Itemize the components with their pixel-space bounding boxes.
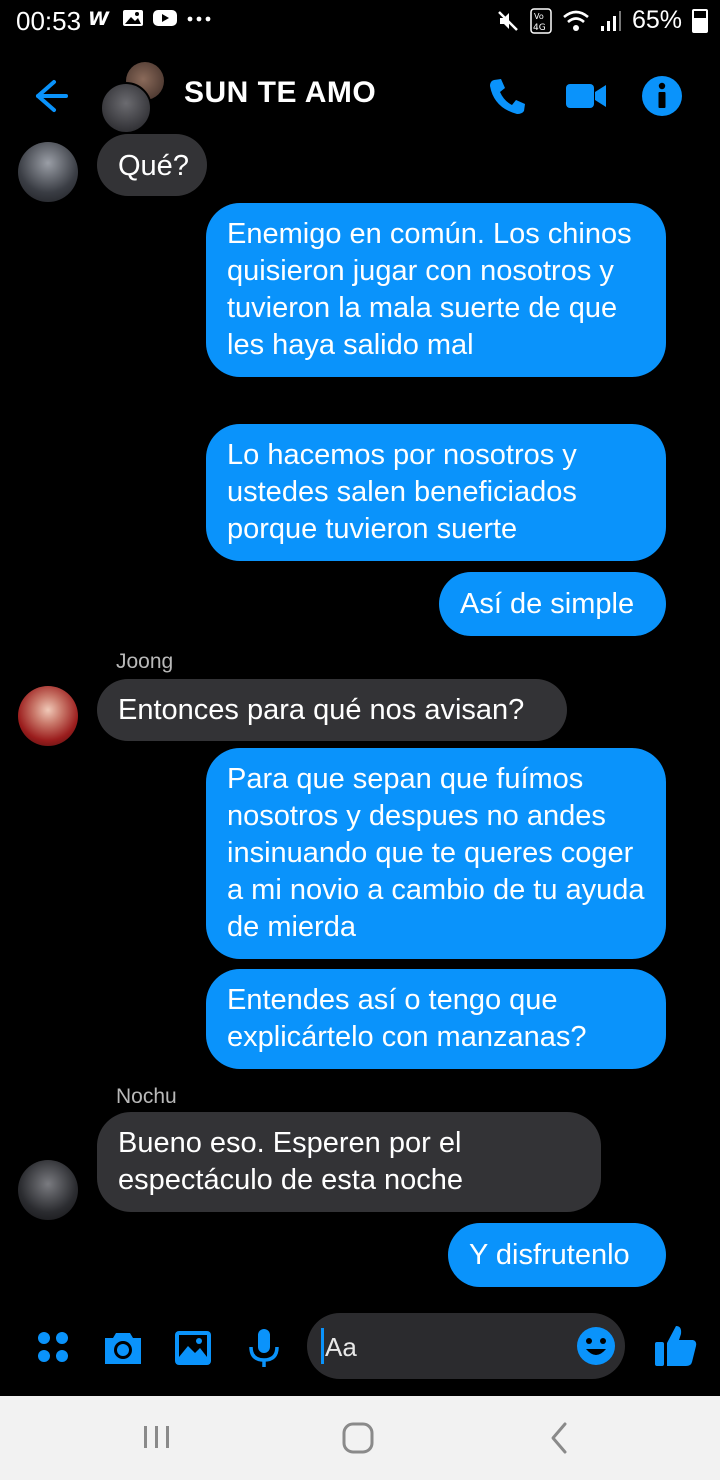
apps-grid-icon[interactable] bbox=[32, 1326, 76, 1370]
message-bubble-outgoing[interactable]: Para que sepan que fuímos nosotros y des… bbox=[206, 748, 666, 959]
image-icon[interactable] bbox=[171, 1326, 215, 1370]
conversation-header: SUN TE AMO bbox=[0, 56, 720, 136]
wifi-icon bbox=[563, 10, 589, 31]
recent-apps-icon[interactable] bbox=[135, 1418, 179, 1458]
camera-icon[interactable] bbox=[101, 1326, 145, 1370]
system-nav-bar bbox=[0, 1396, 720, 1480]
avatar bbox=[18, 142, 78, 202]
avatar bbox=[18, 1160, 78, 1220]
status-time: 00:53 bbox=[16, 6, 82, 36]
signal-icon bbox=[600, 10, 621, 31]
home-icon[interactable] bbox=[336, 1418, 380, 1458]
status-bar: 00:53 W Vo 4G 65% bbox=[0, 0, 720, 44]
youtube-icon bbox=[153, 10, 177, 26]
svg-text:4G: 4G bbox=[533, 23, 546, 33]
battery-icon bbox=[692, 8, 708, 33]
conversation-title[interactable]: SUN TE AMO bbox=[184, 76, 376, 110]
message-input[interactable] bbox=[323, 1329, 567, 1365]
thumbs-up-icon[interactable] bbox=[652, 1322, 700, 1370]
emoji-icon[interactable] bbox=[575, 1325, 617, 1367]
phone-icon[interactable] bbox=[486, 74, 530, 118]
message-bubble-incoming[interactable]: Qué? bbox=[97, 134, 207, 196]
message-bubble-outgoing[interactable]: Y disfrutenlo bbox=[448, 1223, 666, 1287]
sender-name: Nochu bbox=[116, 1085, 177, 1108]
svg-text:W: W bbox=[88, 8, 110, 28]
message-bubble-incoming[interactable]: Entonces para qué nos avisan? bbox=[97, 679, 567, 741]
message-input-container[interactable] bbox=[307, 1313, 625, 1379]
mute-icon bbox=[498, 10, 518, 31]
more-dots-icon bbox=[187, 16, 211, 22]
battery-percent: 65% bbox=[631, 6, 682, 34]
avatar bbox=[100, 82, 152, 134]
info-icon[interactable] bbox=[640, 74, 684, 118]
microphone-icon[interactable] bbox=[242, 1326, 286, 1370]
status-right: Vo 4G 65% bbox=[496, 6, 708, 35]
message-bubble-outgoing[interactable]: Lo hacemos por nosotros y ustedes salen … bbox=[206, 424, 666, 561]
message-bubble-outgoing[interactable]: Así de simple bbox=[439, 572, 666, 636]
message-bubble-outgoing[interactable]: Entendes así o tengo que explicártelo co… bbox=[206, 969, 666, 1069]
svg-text:Vo: Vo bbox=[534, 12, 544, 21]
whatsapp-icon: W bbox=[88, 8, 110, 28]
group-avatar[interactable] bbox=[100, 62, 172, 134]
gallery-icon bbox=[123, 10, 143, 26]
status-left-icons: W bbox=[88, 8, 212, 28]
message-bubble-incoming[interactable]: Bueno eso. Esperen por el espectáculo de… bbox=[97, 1112, 601, 1212]
message-bubble-outgoing[interactable]: Enemigo en común. Los chinos quisieron j… bbox=[206, 203, 666, 377]
video-camera-icon[interactable] bbox=[564, 74, 608, 118]
back-icon[interactable] bbox=[538, 1418, 582, 1458]
message-composer bbox=[0, 1312, 720, 1384]
volte-icon: Vo 4G bbox=[530, 7, 552, 34]
sender-name: Joong bbox=[116, 650, 174, 673]
back-arrow-icon[interactable] bbox=[28, 74, 72, 118]
avatar bbox=[18, 686, 78, 746]
